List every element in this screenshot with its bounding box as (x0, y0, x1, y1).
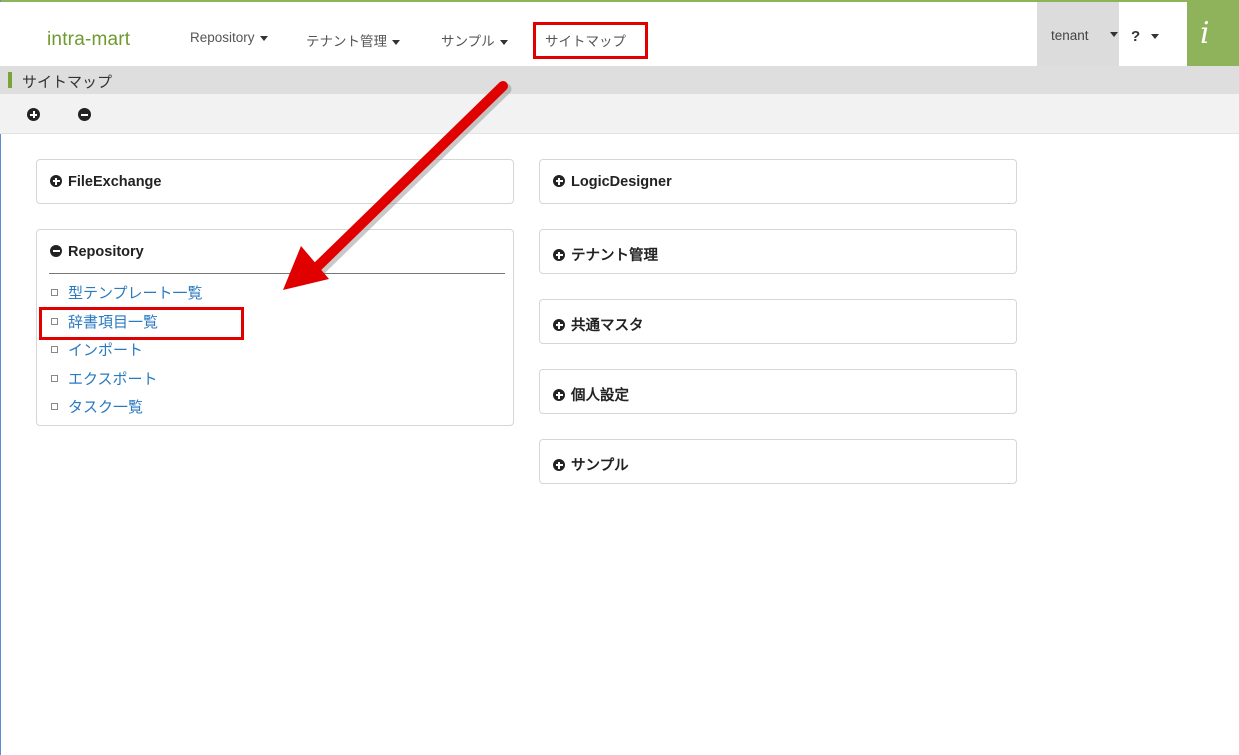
square-bullet-icon (51, 374, 58, 382)
panel-repository-header[interactable]: Repository (50, 244, 144, 260)
dictionary-highlight-annotation (39, 307, 244, 340)
plus-circle-icon (553, 389, 565, 401)
chevron-down-icon (259, 35, 268, 41)
square-bullet-icon (51, 403, 58, 410)
menu-tenant-management[interactable]: テナント管理 (306, 30, 400, 50)
plus-circle-icon (553, 175, 565, 187)
panel-fileexchange: FileExchange (36, 159, 514, 204)
page-title-bar: サイトマップ (0, 66, 1239, 94)
panel-common-master-title: 共通マスタ (571, 318, 644, 334)
chevron-down-icon (392, 39, 400, 45)
menu-sample[interactable]: サンプル (441, 30, 508, 50)
square-bullet-icon (51, 346, 58, 353)
page-title: サイトマップ (22, 74, 113, 91)
link-task-list[interactable]: タスク一覧 (68, 399, 143, 416)
brand-logo-text[interactable]: intra-mart (47, 29, 130, 51)
panel-logicdesigner: LogicDesigner (539, 159, 1017, 204)
expand-all-icon[interactable] (27, 108, 40, 121)
panel-logicdesigner-title: LogicDesigner (571, 174, 672, 190)
list-item: インポート (51, 339, 203, 368)
panel-tenant-management-header[interactable]: テナント管理 (553, 244, 658, 265)
panel-tenant-management-title: テナント管理 (571, 248, 658, 264)
menu-sample-label: サンプル (441, 34, 495, 49)
list-item: エクスポート (51, 368, 203, 397)
square-bullet-icon (51, 289, 58, 296)
panel-personal-settings-title: 個人設定 (571, 388, 629, 404)
sitemap-toolbar (0, 94, 1239, 134)
help-icon: ? (1131, 28, 1141, 45)
menu-repository-label: Repository (190, 30, 255, 45)
intra-mart-logo[interactable]: i (1187, 2, 1239, 66)
logo-i-icon: i (1200, 16, 1210, 51)
panel-tenant-management: テナント管理 (539, 229, 1017, 274)
panel-divider (49, 273, 505, 274)
link-import[interactable]: インポート (68, 342, 143, 359)
plus-circle-icon (50, 175, 62, 187)
panel-common-master: 共通マスタ (539, 299, 1017, 344)
plus-circle-icon (553, 459, 565, 471)
panel-repository-title: Repository (68, 244, 144, 260)
panel-common-master-header[interactable]: 共通マスタ (553, 314, 644, 335)
chevron-down-icon (1110, 32, 1118, 37)
link-export[interactable]: エクスポート (68, 371, 158, 388)
panel-fileexchange-title: FileExchange (68, 174, 162, 190)
help-menu[interactable]: ? (1119, 2, 1171, 66)
minus-circle-icon (50, 245, 62, 257)
list-item: タスク一覧 (51, 396, 203, 425)
chevron-down-icon (1151, 34, 1159, 39)
panel-sample-header[interactable]: サンプル (553, 454, 629, 475)
panel-personal-settings: 個人設定 (539, 369, 1017, 414)
user-menu[interactable]: tenant (1037, 2, 1119, 66)
panel-sample-title: サンプル (571, 458, 629, 474)
panel-personal-settings-header[interactable]: 個人設定 (553, 384, 629, 405)
menu-tenant-management-label: テナント管理 (306, 34, 387, 49)
panel-sample: サンプル (539, 439, 1017, 484)
plus-circle-icon (553, 249, 565, 261)
collapse-all-icon[interactable] (78, 108, 91, 121)
repository-link-list: 型テンプレート一覧 辞書項目一覧 インポート エクスポート タスク一覧 (51, 282, 203, 425)
title-marker (8, 72, 12, 88)
user-name: tenant (1051, 28, 1089, 43)
panel-fileexchange-header[interactable]: FileExchange (50, 174, 161, 190)
chevron-down-icon (499, 39, 508, 45)
menu-repository[interactable]: Repository (190, 30, 268, 45)
plus-circle-icon (553, 319, 565, 331)
link-type-template-list[interactable]: 型テンプレート一覧 (68, 285, 203, 302)
panel-logicdesigner-header[interactable]: LogicDesigner (553, 174, 672, 190)
sitemap-highlight-annotation (533, 22, 648, 59)
